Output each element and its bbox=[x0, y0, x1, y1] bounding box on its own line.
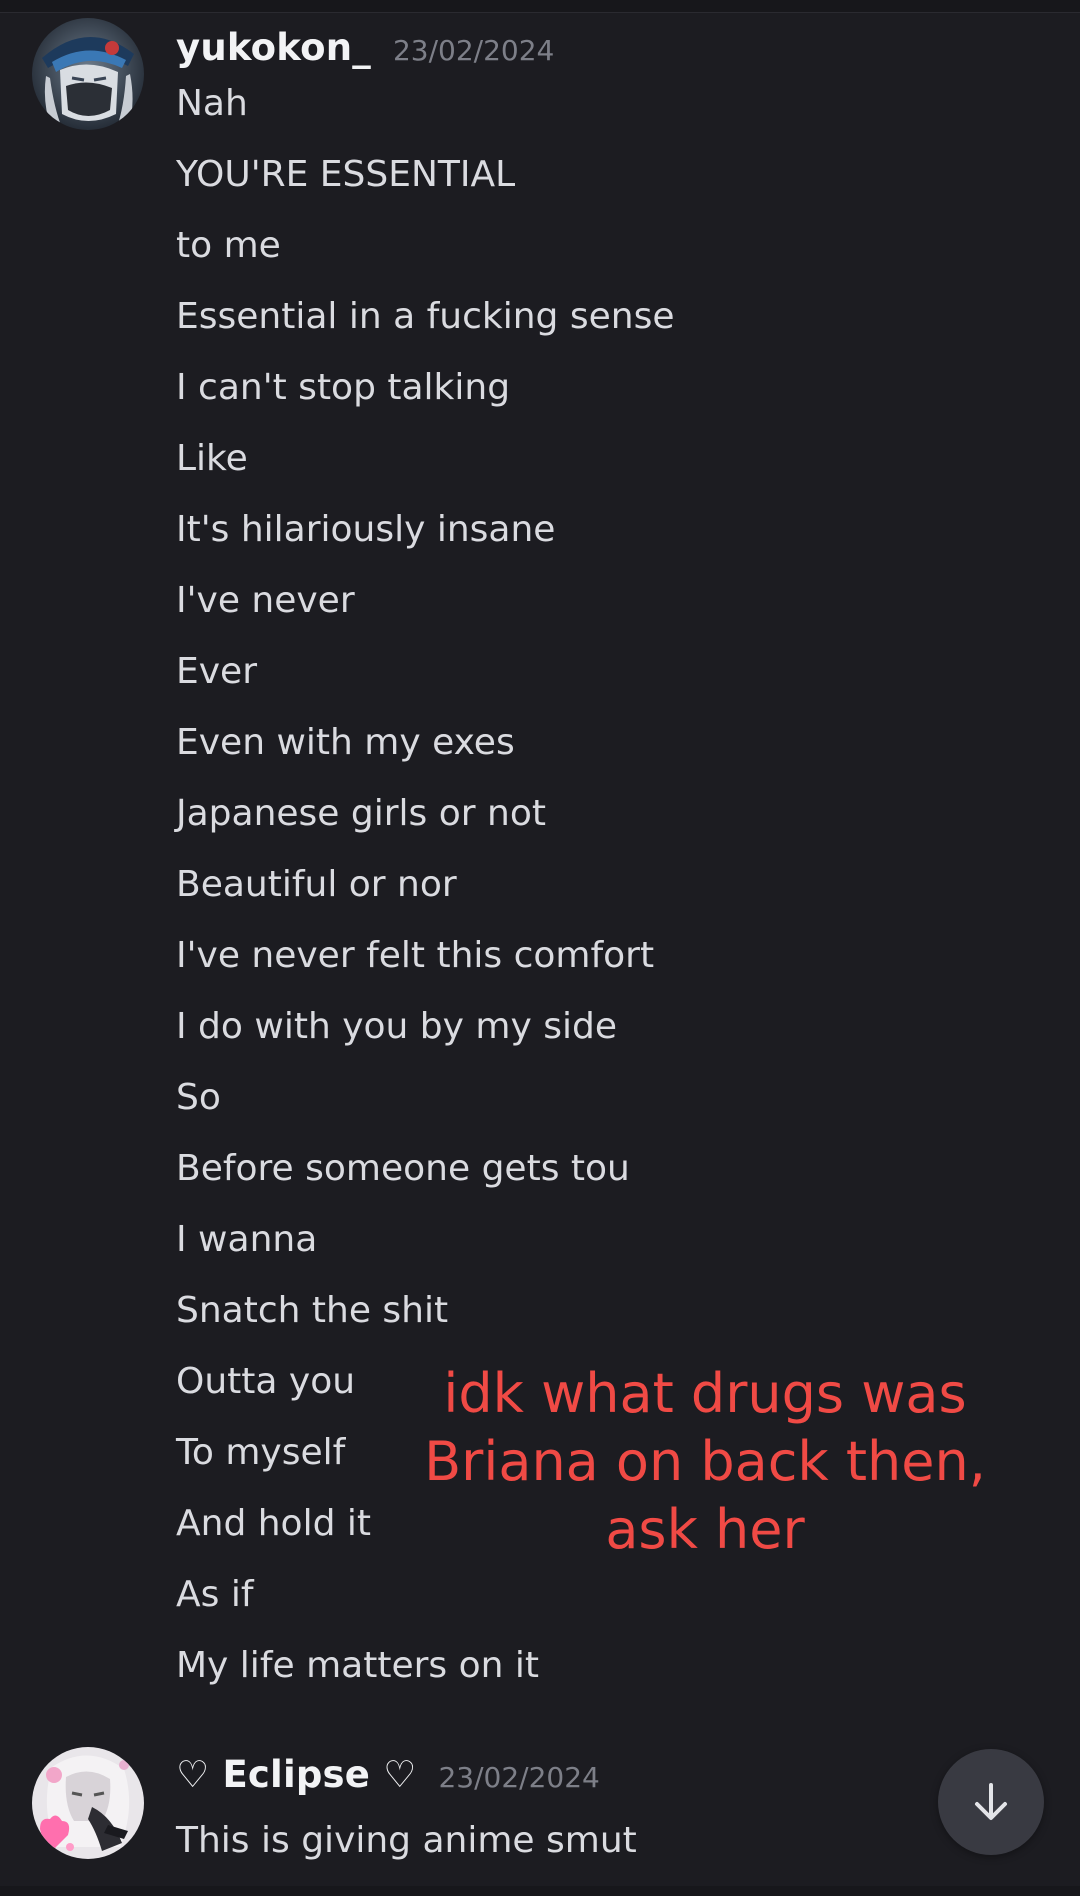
annotation-line: idk what drugs was bbox=[443, 1362, 967, 1425]
message-line: YOU'RE ESSENTIAL bbox=[176, 154, 516, 195]
message-line: I wanna bbox=[176, 1219, 318, 1260]
message-line: Beautiful or nor bbox=[176, 864, 457, 905]
username[interactable]: yukokon_ bbox=[176, 26, 371, 69]
message-line: Like bbox=[176, 438, 248, 479]
timestamp: 23/02/2024 bbox=[438, 1761, 600, 1794]
message-line: Japanese girls or not bbox=[176, 793, 546, 834]
annotation-line: ask her bbox=[605, 1498, 805, 1561]
message-line: My life matters on it bbox=[176, 1645, 539, 1686]
message-header: yukokon_ 23/02/2024 bbox=[176, 26, 554, 74]
message-line: Before someone gets tou bbox=[176, 1148, 630, 1189]
message-line: So bbox=[176, 1077, 221, 1118]
message-line: Ever bbox=[176, 651, 257, 692]
bottom-edge bbox=[0, 1886, 1080, 1896]
arrow-down-icon bbox=[975, 1783, 1007, 1820]
message-line: I've never felt this comfort bbox=[176, 935, 655, 976]
annotation-line: Briana on back then, bbox=[424, 1430, 986, 1493]
user-avatar[interactable] bbox=[32, 1747, 144, 1859]
anime-avatar-icon bbox=[32, 18, 144, 130]
message-line: to me bbox=[176, 225, 281, 266]
message-line: Essential in a fucking sense bbox=[176, 296, 675, 337]
timestamp: 23/02/2024 bbox=[392, 34, 555, 67]
message-line: As if bbox=[176, 1574, 254, 1615]
message-line: Snatch the shit bbox=[176, 1290, 449, 1331]
message-line: It's hilariously insane bbox=[176, 509, 556, 550]
message-line: Even with my exes bbox=[176, 722, 515, 763]
message-line: I can't stop talking bbox=[176, 367, 511, 408]
message-line: Nah bbox=[176, 83, 248, 124]
message-line: I do with you by my side bbox=[176, 1006, 617, 1047]
username[interactable]: ♡ Eclipse ♡ bbox=[176, 1753, 416, 1796]
message-text: This is giving anime smut bbox=[176, 1820, 637, 1861]
user-avatar[interactable] bbox=[32, 18, 144, 130]
top-divider bbox=[0, 0, 1080, 13]
anime-avatar-icon bbox=[32, 1747, 144, 1859]
message-header: ♡ Eclipse ♡ 23/02/2024 bbox=[176, 1753, 600, 1801]
red-annotation: idk what drugs was Briana on back then, … bbox=[395, 1360, 1015, 1564]
jump-to-bottom-button[interactable] bbox=[938, 1749, 1044, 1855]
message-line: I've never bbox=[176, 580, 355, 621]
